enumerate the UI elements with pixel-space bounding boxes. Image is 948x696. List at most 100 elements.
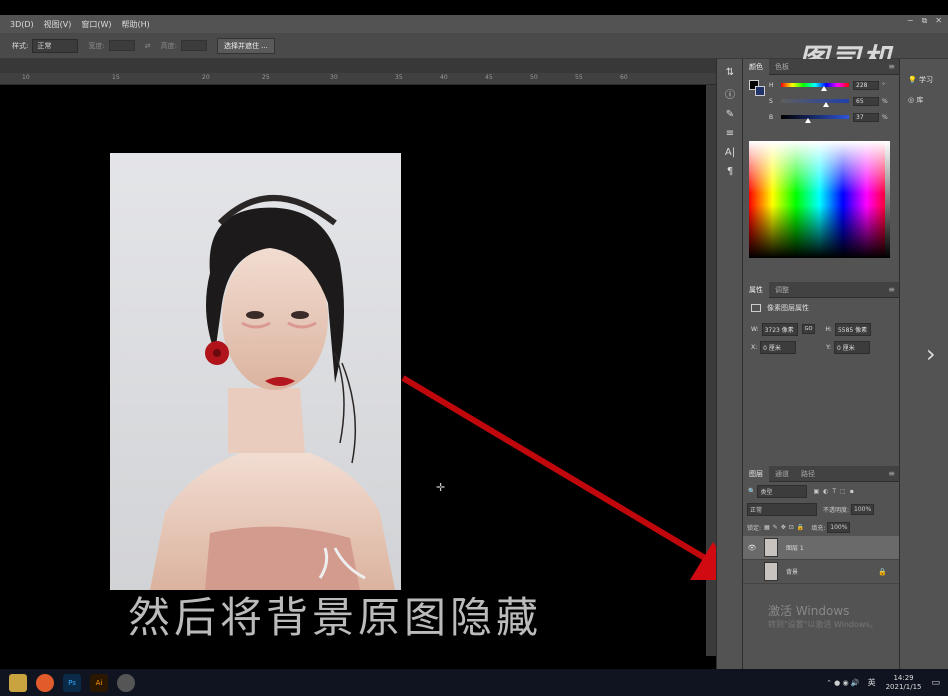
brush-icon[interactable]: ✎ — [717, 109, 743, 120]
fill-input[interactable]: 100% — [827, 521, 851, 533]
height-input[interactable] — [180, 40, 207, 51]
blend-mode-select[interactable]: 正常 — [747, 502, 817, 516]
menu-help[interactable]: 帮助(H) — [122, 19, 150, 30]
illustrator-icon[interactable]: Ai — [90, 673, 108, 692]
layer-thumbnail — [764, 538, 778, 557]
brightness-input[interactable]: 37 — [853, 112, 879, 122]
hue-slider[interactable] — [781, 83, 849, 91]
tab-properties[interactable]: 属性 — [743, 281, 769, 298]
lock-fill-row: 锁定: ▦✎✥⊡🔒 填充: 100% — [747, 518, 899, 536]
ruler-tick: 55 — [575, 74, 583, 81]
chevron-right-icon[interactable]: › — [926, 340, 936, 368]
ruler-tick: 20 — [202, 74, 210, 81]
chrome-icon[interactable] — [36, 673, 54, 692]
properties-panel: 像素图层属性 W: 3723 像素 GO H: 5585 像素 X: 0 厘米 … — [743, 298, 899, 474]
width-label: W: — [751, 325, 759, 333]
ruler-tick: 30 — [330, 74, 338, 81]
library-item[interactable]: ◎ 库 — [908, 95, 948, 105]
x-label: X: — [751, 343, 758, 351]
layer-row[interactable]: 背景 🔒 — [743, 560, 899, 584]
ime-indicator[interactable]: 英 — [868, 677, 876, 688]
lightbulb-icon: 💡 — [908, 76, 917, 84]
saturation-input[interactable]: 65 — [853, 96, 879, 106]
ruler-tick: 35 — [395, 74, 403, 81]
tab-adjustments[interactable]: 调整 — [769, 282, 795, 298]
link-dimensions-button[interactable]: GO — [801, 324, 816, 334]
color-panel-tabs: 颜色 色板 ≡ — [743, 58, 899, 75]
library-label: 库 — [916, 96, 924, 104]
spectrum-value-bar[interactable] — [885, 141, 890, 258]
lock-icon: 🔒 — [878, 567, 887, 576]
filter-kind-select[interactable]: 类型 — [757, 484, 808, 498]
portrait-photo[interactable] — [110, 153, 401, 590]
brightness-thumb[interactable] — [805, 118, 811, 123]
history-icon[interactable]: ⇅ — [717, 67, 743, 78]
app-icon[interactable] — [117, 673, 135, 692]
opacity-input[interactable]: 100% — [851, 503, 875, 515]
panel-menu-icon[interactable]: ≡ — [888, 62, 895, 71]
height-value[interactable]: 5585 像素 — [834, 322, 871, 336]
layer-name[interactable]: 背景 — [786, 567, 798, 576]
ruler-tick: 10 — [22, 74, 30, 81]
properties-title-row: 像素图层属性 — [751, 298, 899, 318]
watermark-title: 激活 Windows — [768, 604, 850, 618]
lock-icons[interactable]: ▦✎✥⊡🔒 — [764, 524, 807, 531]
minimize-button[interactable]: − — [907, 16, 914, 26]
tab-swatches[interactable]: 色板 — [769, 59, 795, 75]
menu-3d[interactable]: 3D(D) — [10, 20, 34, 29]
y-value[interactable]: 0 厘米 — [834, 340, 871, 354]
adjust-icon[interactable]: ≡ — [717, 128, 743, 139]
close-button[interactable]: ✕ — [935, 16, 942, 26]
tab-layers[interactable]: 图层 — [743, 465, 769, 482]
y-label: Y: — [826, 343, 832, 351]
portrait-illustration — [110, 153, 401, 590]
tab-channels[interactable]: 通道 — [769, 466, 795, 482]
notification-icon[interactable]: ▭ — [931, 678, 940, 688]
layer-name[interactable]: 图层 1 — [786, 543, 804, 552]
tab-color[interactable]: 颜色 — [743, 58, 769, 75]
width-input[interactable] — [108, 40, 135, 51]
properties-title: 像素图层属性 — [767, 304, 809, 312]
photoshop-icon[interactable]: Ps — [63, 673, 81, 692]
clock[interactable]: 14:29 2021/1/15 — [886, 674, 922, 692]
panel-menu-icon[interactable]: ≡ — [888, 285, 895, 294]
style-select[interactable]: 正常 — [32, 38, 79, 53]
layer-thumbnail — [764, 562, 778, 581]
color-spectrum[interactable] — [749, 141, 890, 258]
video-caption: 然后将背景原图隐藏 — [128, 593, 543, 642]
menu-view[interactable]: 视图(V) — [44, 19, 72, 30]
width-value[interactable]: 3723 像素 — [761, 322, 798, 336]
saturation-unit: % — [882, 97, 888, 105]
panel-menu-icon[interactable]: ≡ — [888, 469, 895, 478]
file-explorer-icon[interactable] — [9, 673, 27, 692]
hue-input[interactable]: 228 — [853, 80, 879, 90]
opacity-label: 不透明度: — [823, 506, 850, 514]
learn-item[interactable]: 💡 学习 — [908, 75, 948, 85]
hue-thumb[interactable] — [821, 86, 827, 91]
brightness-unit: % — [882, 113, 888, 121]
hue-label: H — [769, 81, 774, 89]
x-value[interactable]: 0 厘米 — [760, 340, 797, 354]
fill-label: 填充: — [811, 524, 826, 532]
menu-bar: 3D(D) 视图(V) 窗口(W) 帮助(H) — [0, 15, 948, 33]
filter-icons[interactable]: ▣◐T⬚▪ — [813, 488, 857, 495]
height-label: 高度: — [160, 41, 177, 50]
saturation-slider[interactable] — [781, 99, 849, 107]
hue-unit: ° — [882, 81, 885, 89]
visibility-eye-icon[interactable]: 👁 — [746, 544, 758, 552]
info-icon[interactable]: ⓘ — [717, 86, 743, 101]
restore-button[interactable]: ⧉ — [922, 16, 928, 26]
color-panel: H 228 ° S 65 % B 37 % — [743, 75, 899, 259]
swap-icon[interactable]: ⇄ — [145, 42, 151, 50]
character-icon[interactable]: A| — [717, 147, 743, 158]
saturation-thumb[interactable] — [823, 102, 829, 107]
menu-window[interactable]: 窗口(W) — [81, 19, 111, 30]
watermark-subtitle: 转到"设置"以激活 Windows。 — [768, 620, 878, 629]
select-and-mask-button[interactable]: 选择并遮住 ... — [216, 37, 275, 54]
brightness-slider[interactable] — [781, 115, 849, 123]
system-tray-icons[interactable]: ⌃ ● ◉ 🔊 — [826, 679, 859, 687]
tab-paths[interactable]: 路径 — [795, 466, 821, 482]
position-row: X: 0 厘米 Y: 0 厘米 — [751, 338, 899, 356]
paragraph-icon[interactable]: ¶ — [717, 166, 743, 177]
layer-row[interactable]: 👁 图层 1 — [743, 536, 899, 560]
